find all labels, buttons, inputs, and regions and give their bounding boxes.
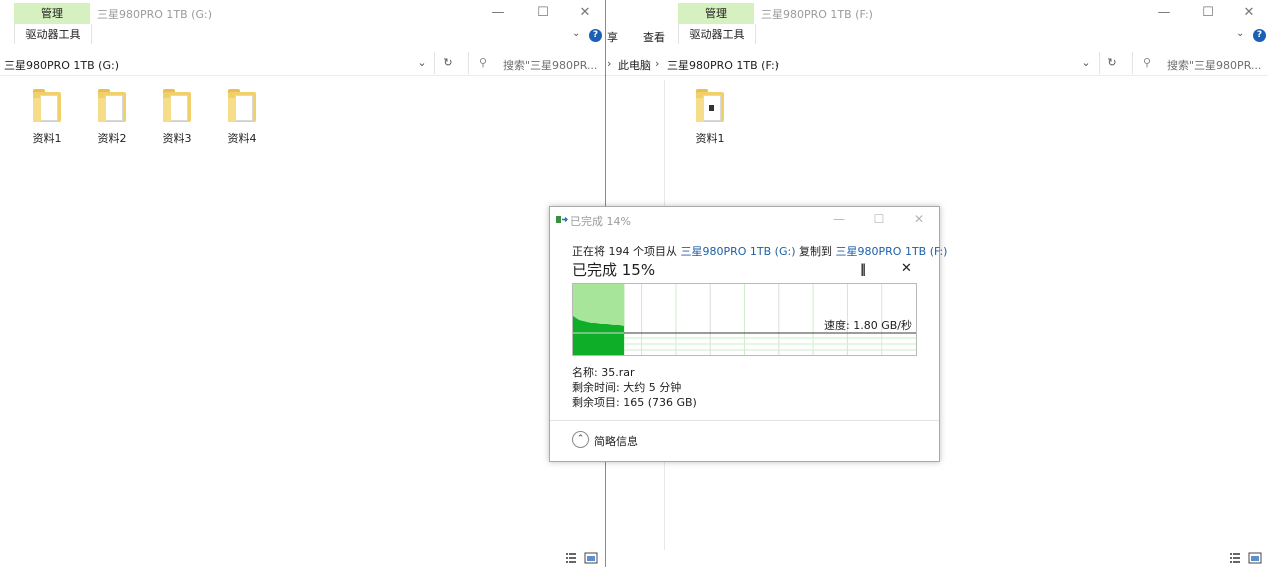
folder-icon	[163, 89, 191, 123]
chevron-up-icon[interactable]: ⌃	[572, 431, 589, 448]
file-name: 名称: 35.rar	[572, 366, 635, 379]
copy-description-mid: 复制到	[795, 245, 836, 258]
tab-drive-tools[interactable]: 驱动器工具	[14, 24, 92, 44]
copy-app-icon	[556, 216, 568, 223]
view-toggle	[565, 552, 601, 564]
maximize-button[interactable]: ☐	[868, 211, 890, 227]
minimize-button[interactable]: —	[483, 3, 513, 23]
address-divider	[434, 52, 435, 74]
address-history-dropdown-icon[interactable]: ⌄	[412, 54, 432, 72]
close-button[interactable]: ✕	[908, 211, 930, 227]
pause-icon[interactable]: ‖	[860, 262, 866, 276]
refresh-icon[interactable]: ↻	[1102, 54, 1122, 72]
details-view-icon[interactable]	[1230, 553, 1240, 563]
tab-share[interactable]: 享	[607, 29, 618, 45]
large-icons-view-icon[interactable]	[1248, 552, 1262, 564]
maximize-button[interactable]: ☐	[528, 3, 558, 23]
search-icon: ⚲	[1143, 56, 1152, 69]
search-input[interactable]: ⚲ 搜索"三星980PR...	[1132, 52, 1268, 74]
chevron-down-icon[interactable]: ⌄	[572, 28, 580, 39]
refresh-icon[interactable]: ↻	[438, 54, 458, 72]
breadcrumb-drive-f[interactable]: 三星980PRO 1TB (F:)	[667, 57, 779, 73]
tab-drive-tools[interactable]: 驱动器工具	[678, 24, 756, 44]
details-view-icon[interactable]	[566, 553, 576, 563]
dialog-footer-divider	[550, 420, 939, 421]
minimize-button[interactable]: —	[1149, 3, 1179, 23]
copy-description-prefix: 正在将 194 个项目从	[572, 245, 681, 258]
fewer-details-button[interactable]: 简略信息	[594, 433, 638, 449]
folder-label: 资料1	[32, 132, 62, 145]
address-history-dropdown-icon[interactable]: ⌄	[1076, 54, 1096, 72]
help-icon[interactable]: ?	[1253, 29, 1266, 42]
address-divider	[1099, 52, 1100, 74]
chevron-down-icon[interactable]: ⌄	[1236, 28, 1244, 39]
view-toggle	[1229, 552, 1265, 564]
maximize-button[interactable]: ☐	[1193, 3, 1223, 23]
tab-view[interactable]: 查看	[643, 29, 665, 45]
dialog-title: 已完成 14%	[570, 215, 631, 228]
drive-tools-tab-group[interactable]: 管理 驱动器工具	[14, 3, 92, 45]
close-button[interactable]: ✕	[570, 3, 600, 23]
help-icon[interactable]: ?	[589, 29, 602, 42]
folder-item[interactable]: 资料1	[685, 89, 735, 146]
folder-icon	[33, 89, 61, 123]
folder-label: 资料1	[695, 132, 725, 145]
ribbon-group-manage[interactable]: 管理	[678, 3, 754, 24]
ribbon-group-manage[interactable]: 管理	[14, 3, 90, 24]
items-remaining: 剩余项目: 165 (736 GB)	[572, 396, 697, 409]
window-title: 三星980PRO 1TB (G:)	[97, 8, 213, 21]
percent-complete: 已完成 15%	[572, 261, 656, 279]
breadcrumb-separator: ›	[655, 57, 660, 70]
explorer-window-g: 管理 驱动器工具 三星980PRO 1TB (G:) — ☐ ✕ ⌄ ? 三星9…	[0, 0, 606, 567]
view-icons	[1230, 552, 1262, 564]
folder-item[interactable]: 资料1	[22, 89, 72, 146]
folder-item[interactable]: 资料3	[152, 89, 202, 146]
close-icon[interactable]: ✕	[901, 261, 912, 276]
folder-icon	[696, 89, 724, 123]
address-text[interactable]: 三星980PRO 1TB (G:)	[4, 57, 119, 73]
speed-label: 速度: 1.80 GB/秒	[824, 318, 912, 332]
search-placeholder: 搜索"三星980PR...	[1167, 59, 1262, 72]
copy-progress-dialog: 已完成 14% — ☐ ✕ 正在将 194 个项目从 三星980PRO 1TB …	[549, 206, 947, 462]
time-remaining: 剩余时间: 大约 5 分钟	[572, 381, 682, 394]
folder-item[interactable]: 资料2	[87, 89, 137, 146]
close-button[interactable]: ✕	[1234, 3, 1264, 23]
copy-description: 正在将 194 个项目从 三星980PRO 1TB (G:) 复制到 三星980…	[572, 243, 947, 259]
address-bar: 三星980PRO 1TB (G:) ⌄ ↻ ⚲ 搜索"三星980PR...	[0, 51, 605, 76]
search-icon: ⚲	[479, 56, 488, 69]
folder-label: 资料4	[227, 132, 257, 145]
folder-label: 资料2	[97, 132, 127, 145]
folder-label: 资料3	[162, 132, 192, 145]
breadcrumb-separator: ›	[607, 57, 612, 70]
folder-item[interactable]: 资料4	[217, 89, 267, 146]
large-icons-view-icon[interactable]	[584, 552, 598, 564]
window-title: 三星980PRO 1TB (F:)	[761, 8, 873, 21]
folder-icon	[98, 89, 126, 123]
drive-tools-tab-group[interactable]: 管理 驱动器工具	[678, 3, 756, 45]
folder-icon	[228, 89, 256, 123]
throughput-graph: 速度: 1.80 GB/秒	[572, 283, 917, 356]
destination-link[interactable]: 三星980PRO 1TB (F:)	[836, 245, 948, 258]
minimize-button[interactable]: —	[828, 211, 850, 227]
breadcrumb-separator: ›	[775, 57, 780, 70]
search-input[interactable]: ⚲ 搜索"三星980PR...	[468, 52, 605, 74]
view-icons	[566, 552, 598, 564]
address-bar: › 此电脑 › 三星980PRO 1TB (F:) › ⌄ ↻ ⚲ 搜索"三星9…	[605, 51, 1268, 76]
source-link[interactable]: 三星980PRO 1TB (G:)	[681, 245, 796, 258]
search-placeholder: 搜索"三星980PR...	[503, 59, 598, 72]
breadcrumb-this-pc[interactable]: 此电脑	[618, 57, 651, 73]
